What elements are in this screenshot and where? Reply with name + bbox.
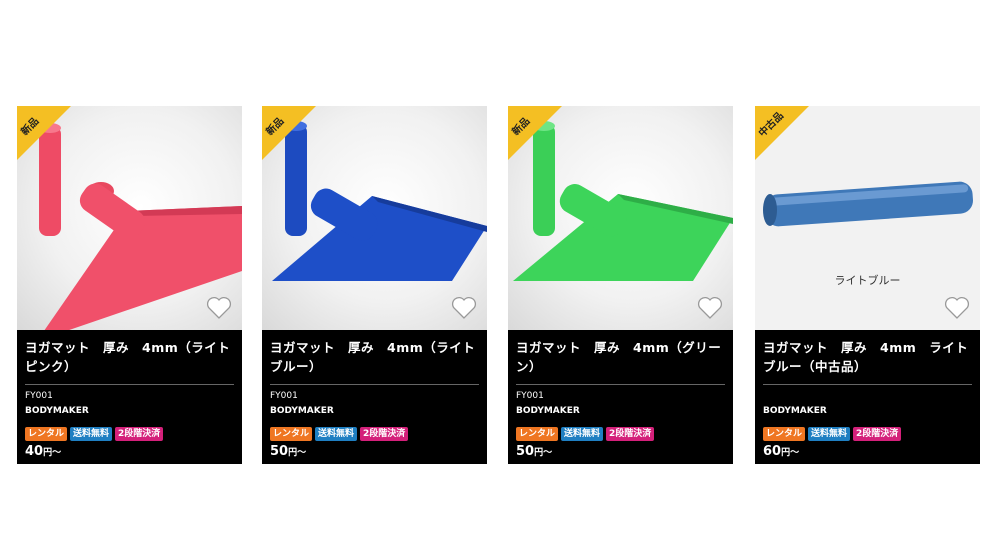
product-info: ヨガマット 厚み 4mm ライトブルー（中古品） BODYMAKER レンタル送…: [755, 330, 980, 464]
product-brand: BODYMAKER: [516, 406, 580, 416]
product-price: 40円〜: [25, 444, 234, 459]
product-brand: BODYMAKER: [763, 406, 827, 416]
product-brand: BODYMAKER: [25, 406, 89, 416]
heart-outline-icon[interactable]: [206, 296, 232, 320]
tag-free-shipping: 送料無料: [315, 427, 358, 441]
product-brand: BODYMAKER: [270, 406, 334, 416]
heart-outline-icon[interactable]: [697, 296, 723, 320]
price-unit: 円〜: [288, 448, 307, 458]
price-value: 50: [270, 444, 289, 459]
product-price: 50円〜: [516, 444, 725, 459]
product-code: [763, 390, 972, 403]
tag-two-step-payment: 2段階決済: [606, 427, 655, 441]
price-unit: 円〜: [534, 448, 553, 458]
divider: [763, 384, 972, 385]
product-code: FY001: [25, 391, 53, 401]
heart-outline-icon[interactable]: [944, 296, 970, 320]
product-title[interactable]: ヨガマット 厚み 4mm（ライトブルー）: [270, 338, 479, 376]
tag-free-shipping: 送料無料: [808, 427, 851, 441]
tag-free-shipping: 送料無料: [70, 427, 113, 441]
tag-list: レンタル 送料無料 2段階決済: [270, 421, 479, 441]
product-card[interactable]: 新品 ヨガマット 厚み 4mm（グリーン） FY001 BODYMAKER レン…: [508, 106, 733, 464]
tag-list: レンタル 送料無料 2段階決済: [763, 421, 972, 441]
tag-rental: レンタル: [516, 427, 559, 441]
product-card[interactable]: 新品 ヨガマット 厚み 4mm（ライトブルー） FY001 BODYMAKER …: [262, 106, 487, 464]
tag-list: レンタル 送料無料 2段階決済: [25, 421, 234, 441]
product-card[interactable]: 新品 ヨガマット 厚み 4mm（ライトピンク） FY001 BODYMAKER …: [17, 106, 242, 464]
product-price: 50円〜: [270, 444, 479, 459]
product-title[interactable]: ヨガマット 厚み 4mm（グリーン）: [516, 338, 725, 376]
tag-rental: レンタル: [270, 427, 313, 441]
price-value: 50: [516, 444, 535, 459]
tag-rental: レンタル: [763, 427, 806, 441]
product-image[interactable]: 新品: [262, 106, 487, 330]
tag-rental: レンタル: [25, 427, 68, 441]
price-value: 60: [763, 444, 782, 459]
divider: [516, 384, 725, 385]
tag-two-step-payment: 2段階決済: [853, 427, 902, 441]
image-caption: ライトブルー: [834, 274, 901, 287]
product-price: 60円〜: [763, 444, 972, 459]
divider: [270, 384, 479, 385]
divider: [25, 384, 234, 385]
product-info: ヨガマット 厚み 4mm（グリーン） FY001 BODYMAKER レンタル送…: [508, 330, 733, 464]
product-code: FY001: [516, 391, 544, 401]
product-title[interactable]: ヨガマット 厚み 4mm（ライトピンク）: [25, 338, 234, 376]
product-image[interactable]: 新品: [17, 106, 242, 330]
price-unit: 円〜: [43, 448, 62, 458]
product-info: ヨガマット 厚み 4mm（ライトブルー） FY001 BODYMAKER レンタ…: [262, 330, 487, 464]
tag-free-shipping: 送料無料: [561, 427, 604, 441]
tag-two-step-payment: 2段階決済: [360, 427, 409, 441]
price-unit: 円〜: [781, 448, 800, 458]
tag-list: レンタル 送料無料 2段階決済: [516, 421, 725, 441]
product-card[interactable]: 中古品 ライトブルー ヨガマット 厚み 4mm ライトブルー（中古品） BODY…: [755, 106, 980, 464]
product-info: ヨガマット 厚み 4mm（ライトピンク） FY001 BODYMAKER レンタ…: [17, 330, 242, 464]
product-image[interactable]: 新品: [508, 106, 733, 330]
tag-two-step-payment: 2段階決済: [115, 427, 164, 441]
product-title[interactable]: ヨガマット 厚み 4mm ライトブルー（中古品）: [763, 338, 972, 376]
price-value: 40: [25, 444, 44, 459]
heart-outline-icon[interactable]: [451, 296, 477, 320]
product-code: FY001: [270, 391, 298, 401]
product-image[interactable]: 中古品 ライトブルー: [755, 106, 980, 330]
